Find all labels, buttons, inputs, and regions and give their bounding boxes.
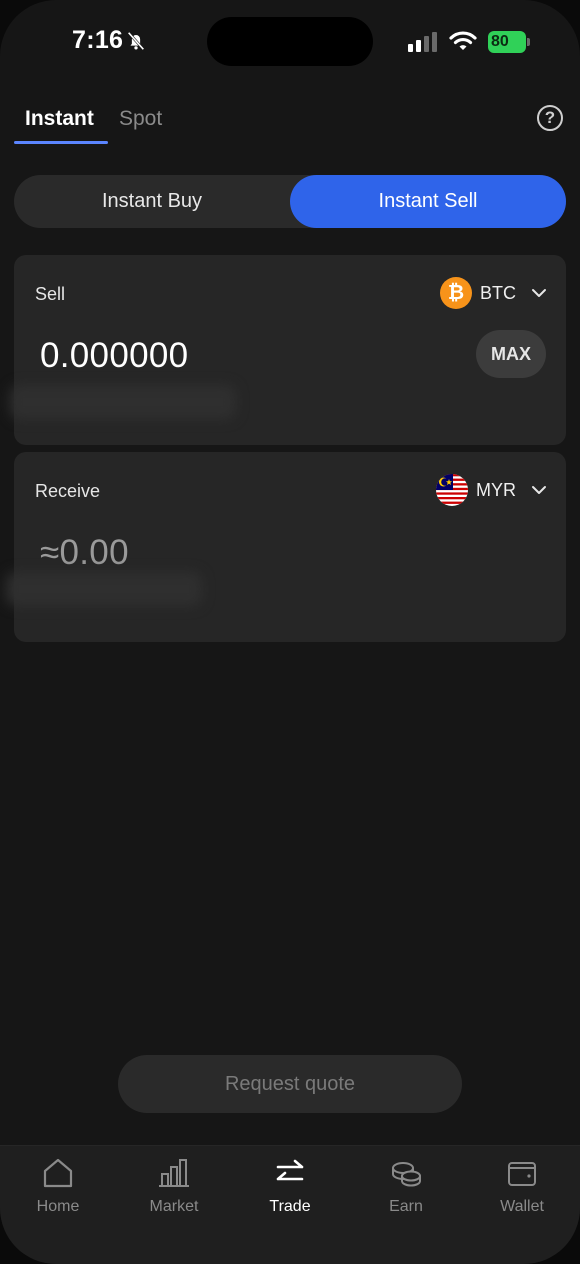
battery-level: 80 bbox=[488, 31, 526, 53]
btc-icon: ₿ bbox=[440, 277, 472, 309]
wallet-icon bbox=[508, 1162, 536, 1186]
blurred-balance bbox=[10, 385, 236, 419]
battery-indicator: 80 bbox=[488, 31, 530, 53]
app-screen: 7:16 80 Instant Spot ? Instant Buy Insta… bbox=[0, 0, 580, 1264]
receive-currency-code: MYR bbox=[476, 479, 516, 500]
help-icon[interactable]: ? bbox=[537, 105, 563, 131]
sell-currency-selector[interactable]: ₿ BTC bbox=[440, 277, 548, 309]
nav-label-market: Market bbox=[149, 1198, 199, 1215]
wifi-icon bbox=[449, 31, 477, 50]
malaysia-flag-icon bbox=[436, 474, 468, 506]
nav-item-wallet[interactable]: Wallet bbox=[464, 1146, 580, 1236]
sell-card: Sell ₿ BTC 0.000000 MAX bbox=[10, 255, 566, 445]
instant-buy-button[interactable]: Instant Buy bbox=[14, 175, 290, 228]
chevron-down-icon bbox=[532, 289, 546, 297]
nav-label-home: Home bbox=[36, 1198, 80, 1215]
nav-label-earn: Earn bbox=[389, 1198, 423, 1215]
receive-amount: ≈0.00 bbox=[40, 533, 129, 572]
status-time: 7:16 bbox=[72, 26, 124, 54]
request-quote-button[interactable]: Request quote bbox=[118, 1055, 462, 1113]
tab-instant[interactable]: Instant bbox=[25, 107, 94, 131]
bell-muted-icon bbox=[127, 31, 145, 51]
market-icon bbox=[159, 1159, 189, 1187]
nav-item-trade[interactable]: Trade bbox=[232, 1146, 348, 1236]
chevron-down-icon bbox=[532, 486, 546, 494]
instant-sell-button[interactable]: Instant Sell bbox=[290, 175, 566, 228]
home-icon bbox=[43, 1158, 73, 1188]
sell-currency-code: BTC bbox=[480, 282, 516, 303]
receive-card: Receive MYR ≈0.00 bbox=[6, 452, 566, 642]
nav-item-home[interactable]: Home bbox=[0, 1146, 116, 1236]
nav-label-wallet: Wallet bbox=[500, 1198, 544, 1215]
cellular-signal-icon bbox=[408, 32, 437, 52]
trade-icon bbox=[276, 1159, 304, 1181]
sell-label: Sell bbox=[35, 284, 66, 304]
blurred-rate bbox=[6, 572, 202, 606]
nav-item-market[interactable]: Market bbox=[116, 1146, 232, 1236]
max-button[interactable]: MAX bbox=[476, 330, 546, 378]
nav-item-earn[interactable]: Earn bbox=[348, 1146, 464, 1236]
active-tab-indicator bbox=[14, 141, 108, 144]
bottom-nav: Home Market Trade Earn Wallet bbox=[0, 1145, 580, 1264]
receive-currency-selector[interactable]: MYR bbox=[436, 474, 548, 506]
sell-amount-input[interactable]: 0.000000 bbox=[40, 336, 188, 376]
buy-sell-toggle: Instant Buy Instant Sell bbox=[14, 175, 566, 228]
receive-label: Receive bbox=[35, 481, 101, 501]
earn-icon bbox=[392, 1162, 421, 1187]
tab-spot[interactable]: Spot bbox=[119, 107, 162, 131]
dynamic-island bbox=[207, 17, 373, 66]
nav-label-trade: Trade bbox=[269, 1198, 311, 1215]
